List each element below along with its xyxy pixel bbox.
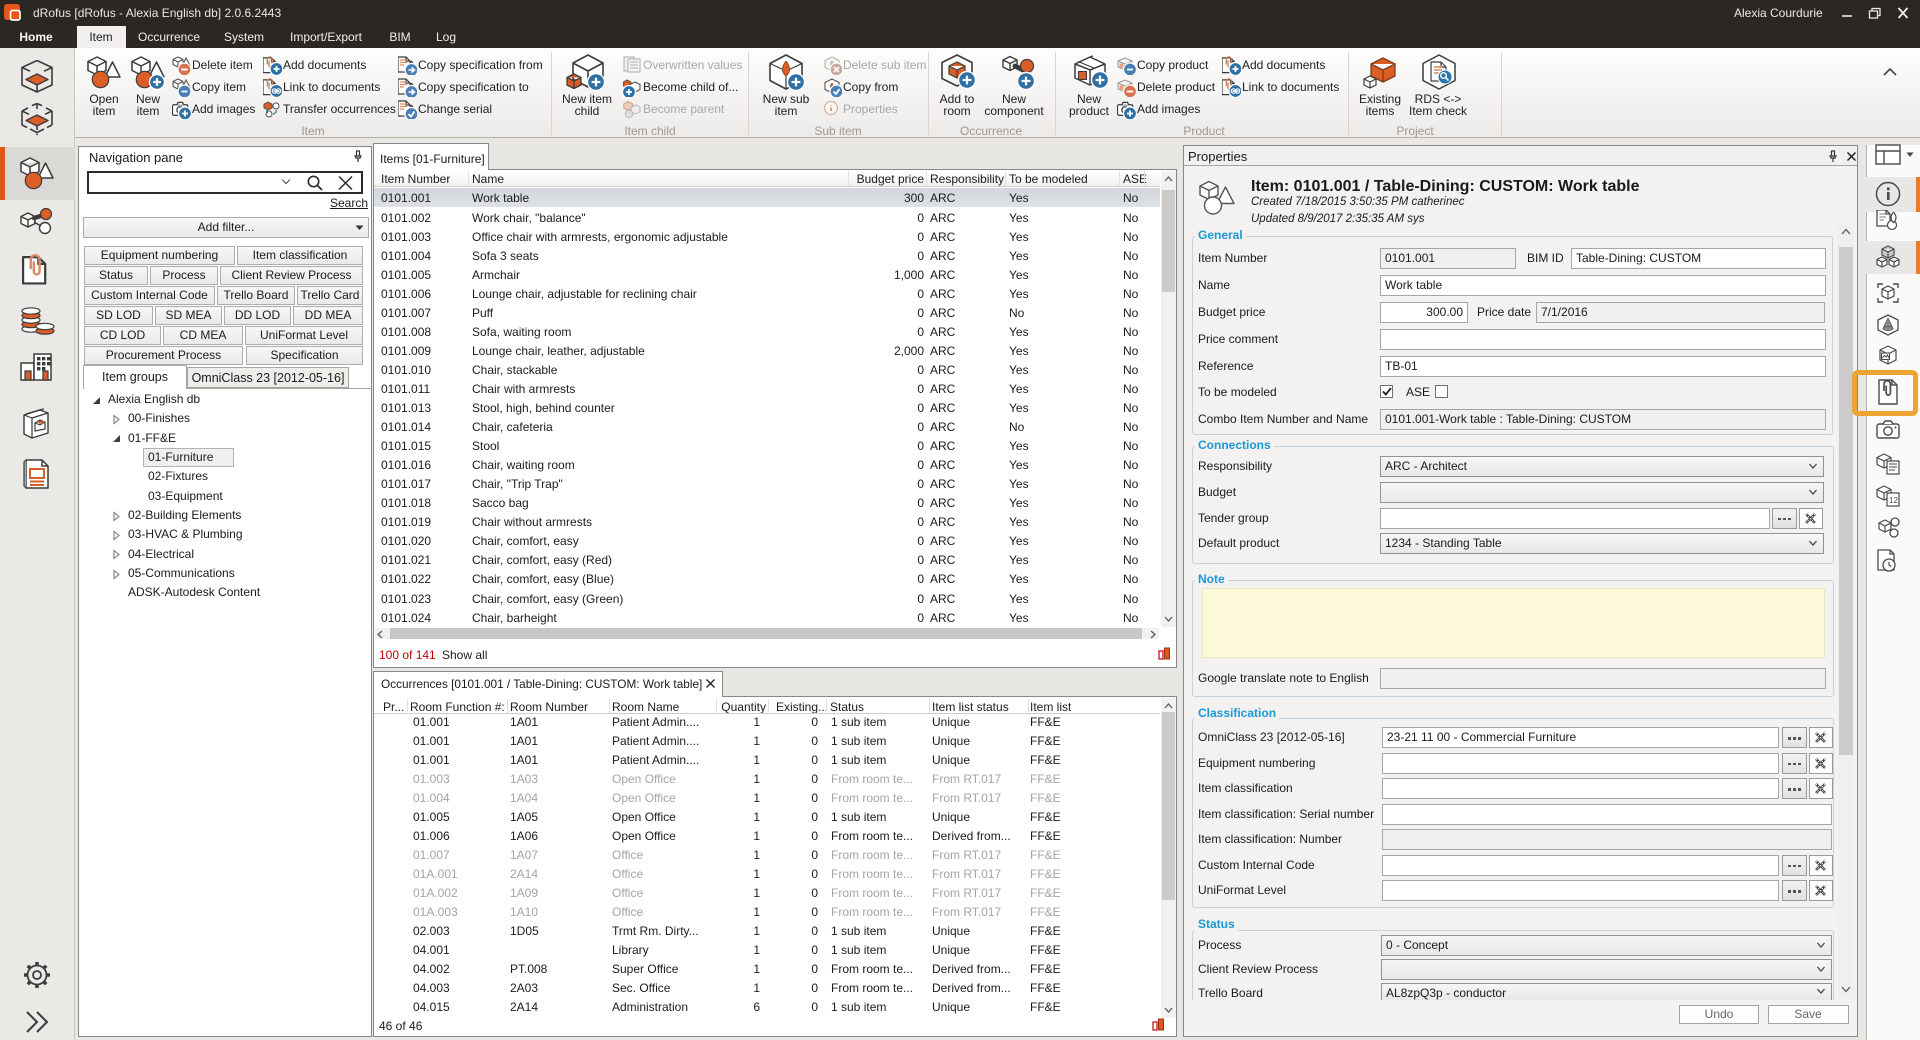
svg-text:12: 12 [1889, 496, 1898, 505]
